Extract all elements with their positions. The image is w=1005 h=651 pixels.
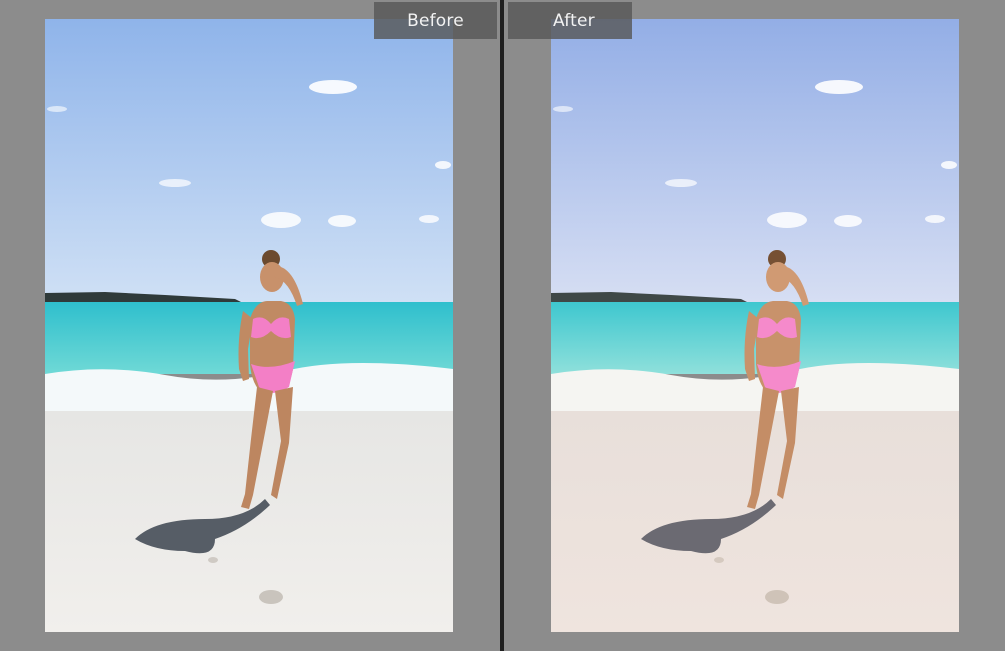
- after-panel: After: [504, 0, 1005, 651]
- before-panel: Before: [0, 0, 500, 651]
- before-label: Before: [374, 2, 497, 39]
- after-label: After: [508, 2, 632, 39]
- before-after-compare-view: Before After: [0, 0, 1005, 651]
- after-photo-image: [551, 19, 959, 632]
- before-photo-image: [45, 19, 453, 632]
- after-photo[interactable]: [551, 19, 959, 632]
- before-photo[interactable]: [45, 19, 453, 632]
